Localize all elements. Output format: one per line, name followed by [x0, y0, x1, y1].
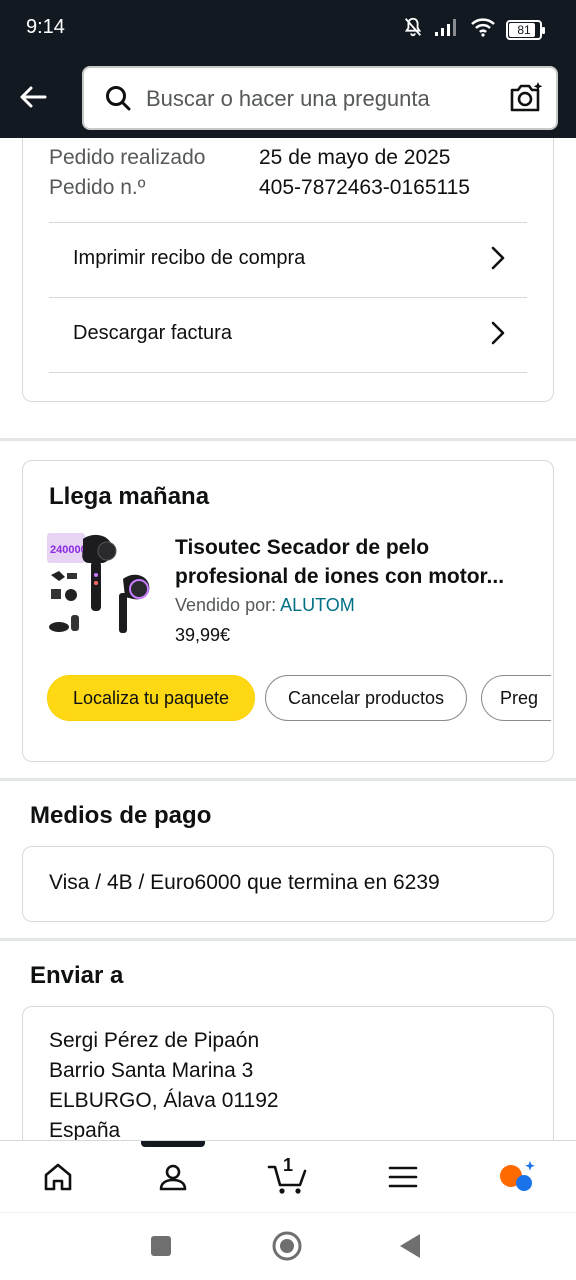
payment-method-card: Visa / 4B / Euro6000 que termina en 6239	[22, 846, 554, 922]
search-icon	[104, 84, 132, 117]
status-time: 9:14	[26, 16, 65, 38]
nav-home[interactable]	[28, 1141, 88, 1213]
wifi-icon	[470, 17, 496, 42]
divider	[49, 372, 527, 373]
seller-link[interactable]: ALUTOM	[280, 595, 355, 615]
status-bar: 9:14 81	[0, 0, 576, 56]
chevron-right-icon	[487, 245, 509, 276]
hamburger-menu-icon	[388, 1166, 418, 1188]
app-header: Buscar o hacer una pregunta	[0, 56, 576, 138]
section-separator	[0, 438, 576, 441]
payment-methods-title: Medios de pago	[30, 802, 212, 829]
section-separator	[0, 938, 576, 941]
square-icon	[151, 1236, 171, 1256]
triangle-back-icon	[400, 1234, 420, 1258]
shipment-card: Llega mañana 240000 Tisoutec Secador de …	[22, 460, 554, 762]
product-title[interactable]: Tisoutec Secador de pelo profesional de …	[175, 533, 531, 591]
shipping-address-card: Sergi Pérez de Pipaón Barrio Santa Marin…	[22, 1006, 554, 1140]
seller-label: Vendido por:	[175, 595, 277, 615]
order-info-card: Pedido realizado 25 de mayo de 2025 Pedi…	[22, 138, 554, 402]
product-title-line-2: profesional de iones con motor...	[175, 565, 505, 588]
bell-muted-icon	[402, 16, 424, 43]
ai-assistant-icon	[500, 1161, 535, 1191]
nav-rufus-assistant[interactable]	[488, 1141, 548, 1213]
print-receipt-link[interactable]: Imprimir recibo de compra	[49, 223, 527, 297]
search-input[interactable]: Buscar o hacer una pregunta	[82, 66, 558, 130]
battery-icon: 81	[506, 19, 545, 40]
address-country: España	[49, 1119, 121, 1140]
cart-count: 1	[283, 1155, 294, 1175]
seller-info: Vendido por: ALUTOM	[175, 595, 355, 616]
product-image[interactable]: 240000	[47, 531, 155, 639]
delivery-status-title: Llega mañana	[49, 483, 210, 510]
order-number-value: 405-7872463-0165115	[259, 176, 470, 199]
circle-icon	[272, 1231, 302, 1261]
back-system-button[interactable]	[398, 1232, 422, 1265]
arrow-left-icon	[20, 86, 47, 108]
address-street: Barrio Santa Marina 3	[49, 1059, 254, 1082]
address-city: ELBURGO, Álava 01192	[49, 1089, 279, 1112]
system-navigation-bar	[0, 1212, 576, 1280]
payment-method-text: Visa / 4B / Euro6000 que termina en 6239	[49, 871, 440, 894]
order-number-label: Pedido n.º	[49, 176, 146, 199]
product-price: 39,99€	[175, 625, 231, 645]
product-title-line-1: Tisoutec Secador de pelo	[175, 536, 430, 559]
track-package-button[interactable]: Localiza tu paquete	[47, 675, 255, 721]
chevron-right-icon	[487, 320, 509, 351]
print-receipt-label: Imprimir recibo de compra	[73, 247, 306, 269]
download-invoice-label: Descargar factura	[73, 322, 232, 344]
nav-account[interactable]	[143, 1141, 203, 1213]
ship-to-title: Enviar a	[30, 962, 124, 989]
home-system-button[interactable]	[271, 1230, 303, 1267]
order-placed-label: Pedido realizado	[49, 146, 206, 169]
home-icon	[44, 1163, 72, 1191]
section-separator	[0, 778, 576, 781]
order-placed-value: 25 de mayo de 2025	[259, 146, 451, 169]
battery-level: 81	[517, 22, 531, 37]
cancel-items-button[interactable]: Cancelar productos	[265, 675, 467, 721]
status-icons: 81	[402, 16, 545, 43]
back-button[interactable]	[14, 78, 52, 116]
signal-icon	[434, 17, 460, 42]
search-placeholder: Buscar o hacer una pregunta	[146, 86, 430, 111]
nav-cart[interactable]: 1	[258, 1141, 318, 1213]
product-image-badge: 240000	[50, 544, 87, 556]
nav-menu[interactable]	[373, 1141, 433, 1213]
bottom-navigation: 1	[0, 1140, 576, 1212]
address-name: Sergi Pérez de Pipaón	[49, 1029, 260, 1052]
recent-apps-button[interactable]	[150, 1235, 172, 1262]
camera-search-icon[interactable]	[508, 80, 544, 121]
ask-question-button[interactable]: Preg	[481, 675, 551, 721]
order-details-content[interactable]: Pedido realizado 25 de mayo de 2025 Pedi…	[0, 138, 576, 1140]
download-invoice-link[interactable]: Descargar factura	[49, 298, 527, 372]
user-icon	[159, 1164, 187, 1191]
